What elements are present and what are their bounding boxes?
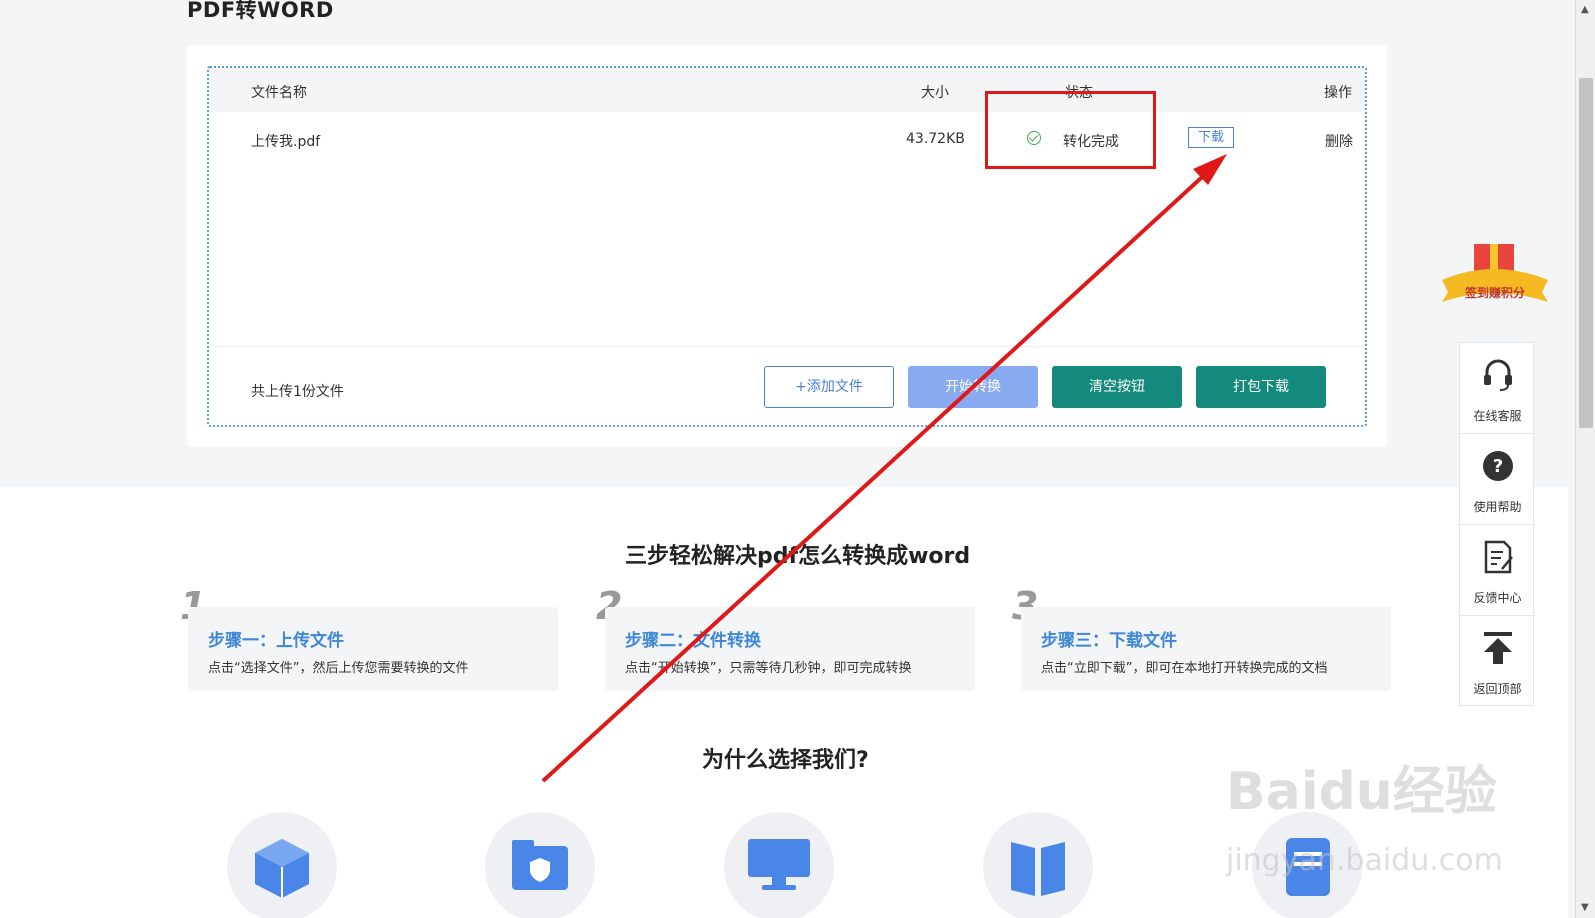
headset-icon [1484, 359, 1512, 391]
watermark-logo-text: Baidu经验 [1226, 762, 1497, 822]
sidebar-item-feedback[interactable]: 反馈中心 [1460, 525, 1535, 616]
sidebar-item-label: 返回顶部 [1473, 682, 1522, 696]
sidebar-item-online-service[interactable]: 在线客服 [1460, 343, 1535, 434]
question-icon: ? [1483, 451, 1513, 481]
sidebar-item-label: 在线客服 [1473, 409, 1522, 423]
scrollbar-thumb[interactable] [1579, 78, 1593, 428]
gift-label: 签到赚积分 [1464, 286, 1525, 300]
baidu-watermark: Baidu经验 jingyan.baidu.com [1226, 745, 1526, 885]
sidebar-item-help[interactable]: ? 使用帮助 [1460, 434, 1535, 525]
page-scrollbar[interactable]: ▲ ▼ [1575, 0, 1595, 918]
back-to-top-icon [1484, 632, 1512, 664]
sidebar-item-label: 反馈中心 [1473, 591, 1522, 605]
floating-sidebar: 在线客服 ? 使用帮助 反馈中心 返回顶部 [1459, 342, 1535, 707]
scroll-up-arrow-icon[interactable]: ▲ [1581, 4, 1589, 15]
watermark-url: jingyan.baidu.com [1226, 843, 1503, 878]
sidebar-item-back-to-top[interactable]: 返回顶部 [1460, 616, 1535, 707]
feedback-icon [1484, 540, 1513, 574]
sidebar-item-label: 使用帮助 [1473, 500, 1522, 514]
svg-text:?: ? [1493, 456, 1503, 477]
sign-in-gift-badge[interactable]: 签到赚积分 [1436, 238, 1554, 308]
scroll-down-arrow-icon[interactable]: ▼ [1581, 902, 1589, 913]
